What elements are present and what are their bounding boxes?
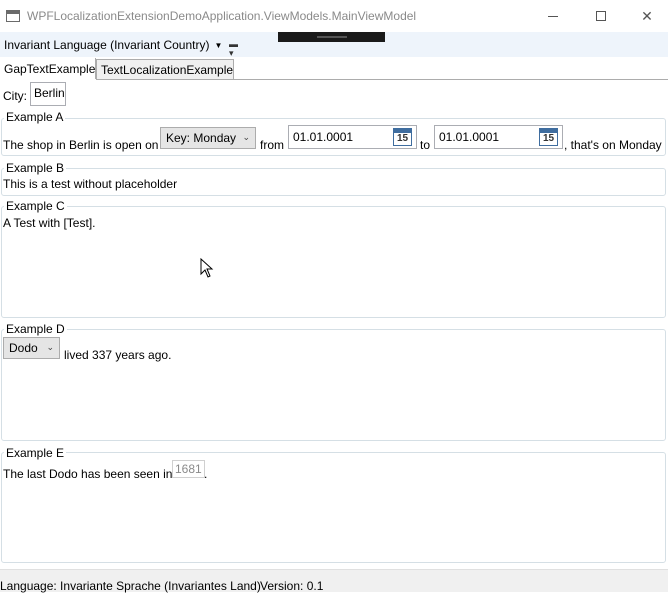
debug-overlay-bar[interactable] [278, 32, 385, 42]
status-bar: Language: Invariante Sprache (Invariante… [0, 569, 668, 593]
title-bar: WPFLocalizationExtensionDemoApplication.… [0, 0, 668, 32]
example-d-text: lived 337 years ago. [64, 348, 172, 362]
chevron-down-icon: ⌄ [242, 132, 250, 142]
date-from-value: 01.01.0001 [293, 130, 354, 144]
maximize-icon [596, 11, 606, 21]
app-window-icon[interactable] [6, 10, 20, 22]
example-a-text-end: , that's on Monday [564, 138, 662, 152]
example-e-header: Example E [4, 446, 67, 460]
day-combo-value: Key: Monday [166, 131, 237, 145]
example-c-group [1, 206, 666, 318]
status-version: Version: 0.1 [260, 579, 324, 593]
year-field[interactable]: 1681 [172, 460, 205, 478]
example-a-header: Example A [4, 110, 66, 124]
toolbar-overflow-icon[interactable]: ▬ ▾ [229, 40, 238, 58]
tab-label: GapTextExample [4, 62, 96, 76]
maximize-button[interactable] [578, 0, 624, 32]
minimize-button[interactable] [530, 0, 576, 32]
close-button[interactable]: ✕ [624, 0, 668, 32]
example-d-header: Example D [4, 322, 67, 336]
example-e-text: The last Dodo has been seen in [3, 467, 173, 481]
example-e-period: . [204, 467, 208, 481]
dropdown-arrow-icon: ▼ [214, 40, 223, 50]
example-a-text-to: to [420, 138, 431, 152]
example-c-header: Example C [4, 199, 67, 213]
city-label: City: [3, 89, 27, 103]
tab-label: TextLocalizationExample [101, 62, 234, 77]
selected-tab-gap [0, 79, 96, 80]
mouse-cursor-icon [200, 258, 214, 278]
animal-combo[interactable]: Dodo ⌄ [3, 337, 60, 359]
window-title: WPFLocalizationExtensionDemoApplication.… [27, 9, 417, 23]
date-from-picker[interactable]: 01.01.0001 15 [288, 125, 417, 149]
example-d-group [1, 329, 666, 441]
day-combo[interactable]: Key: Monday ⌄ [160, 127, 256, 149]
date-to-value: 01.01.0001 [439, 130, 500, 144]
example-c-text: A Test with [Test]. [3, 216, 96, 230]
tab-gap-text-example[interactable]: GapTextExample [0, 58, 96, 80]
language-select[interactable]: Invariant Language (Invariant Country) ▼ [4, 36, 222, 54]
status-language: Language: Invariante Sprache (Invariante… [0, 579, 261, 593]
language-select-value: Invariant Language (Invariant Country) [4, 38, 210, 52]
tab-text-localization-example[interactable]: TextLocalizationExample [96, 59, 234, 79]
city-input[interactable]: Berlin [30, 82, 66, 106]
calendar-icon[interactable]: 15 [539, 128, 558, 146]
date-to-picker[interactable]: 01.01.0001 15 [434, 125, 563, 149]
calendar-icon[interactable]: 15 [393, 128, 412, 146]
example-b-header: Example B [4, 161, 67, 175]
example-a-text-from: from [260, 138, 284, 152]
example-b-text: This is a test without placeholder [3, 177, 178, 191]
minimize-icon [548, 15, 558, 17]
example-a-text-shop: The shop in Berlin is open on [3, 138, 159, 152]
animal-combo-value: Dodo [9, 341, 38, 355]
tab-strip-border [0, 79, 668, 80]
chevron-down-icon: ⌄ [46, 342, 54, 352]
close-icon: ✕ [641, 8, 653, 24]
